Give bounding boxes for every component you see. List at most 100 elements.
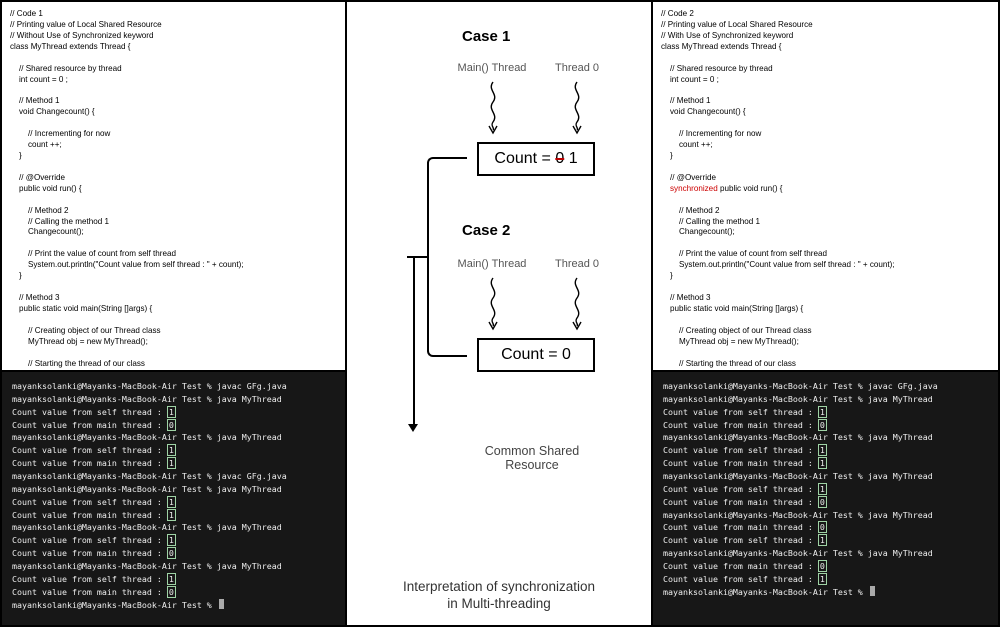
terminal2-pane: mayanksolanki@Mayanks-MacBook-Air Test %… [653,372,998,625]
code2-pane: // Code 2 // Printing value of Local Sha… [653,2,998,372]
terminal-line: mayanksolanki@Mayanks-MacBook-Air Test %… [12,521,335,534]
squiggle-icon [569,80,585,135]
code-line: void Changecount() { [10,107,95,116]
terminal-line: Count value from main thread : 0 [663,419,988,432]
count-box-1: Count = 0 1 [477,142,595,176]
terminal-line: Count value from self thread : 1 [12,534,335,547]
terminal-line: mayanksolanki@Mayanks-MacBook-Air Test %… [663,431,988,444]
terminal-line: Count value from self thread : 1 [663,444,988,457]
code-line: // Method 1 [10,96,60,105]
terminal-line: Count value from main thread : 0 [663,521,988,534]
code-line: } [10,151,22,160]
code-line: Changecount(); [661,227,735,236]
terminal-line: Count value from self thread : 1 [663,483,988,496]
count-label: Count = [494,150,555,167]
terminal-line: mayanksolanki@Mayanks-MacBook-Air Test %… [12,470,335,483]
code-line: int count = 0 ; [661,75,719,84]
squiggle-icon [485,276,501,331]
terminal-line: Count value from main thread : 0 [12,419,335,432]
right-column: // Code 2 // Printing value of Local Sha… [653,2,998,625]
terminal-line: mayanksolanki@Mayanks-MacBook-Air Test %… [663,547,988,560]
squiggle-icon [569,276,585,331]
code-line: // Without Use of Synchronized keyword [10,31,154,40]
code-line: // Creating object of our Thread class [10,326,161,335]
diagram-area: Case 1 Main() Thread Thread 0 Count = 0 … [347,2,651,625]
code-line: // Starting the thread of our class [661,359,796,368]
synchronized-keyword: synchronized [670,184,718,193]
code-line: // Printing value of Local Shared Resour… [661,20,813,29]
terminal-line: Count value from main thread : 0 [663,560,988,573]
code-line: MyThread obj = new MyThread(); [661,337,799,346]
case1-label: Case 1 [462,28,510,45]
code-line: // Method 2 [661,206,719,215]
terminal-line: Count value from main thread : 1 [663,457,988,470]
terminal-line: mayanksolanki@Mayanks-MacBook-Air Test %… [12,483,335,496]
terminal-line: mayanksolanki@Mayanks-MacBook-Air Test %… [663,380,988,393]
thread0-label-2: Thread 0 [547,258,607,270]
code-line: synchronized public void run() { [661,184,783,193]
code-line: } [10,271,22,280]
code-line: class MyThread extends Thread { [10,42,130,51]
main-thread-label-1: Main() Thread [447,62,537,74]
code-line: Changecount(); [10,227,84,236]
diagram-frame: // Code 1 // Printing value of Local Sha… [0,0,1000,627]
terminal-line: Count value from self thread : 1 [12,406,335,419]
diagram-caption: Interpretation of synchronization in Mul… [347,578,651,613]
code-line: // Method 3 [661,293,711,302]
common-shared-resource-label: Common Shared Resource [462,444,602,472]
terminal-line: mayanksolanki@Mayanks-MacBook-Air Test %… [663,470,988,483]
code-line: // Code 1 [10,9,43,18]
count-struck: 0 [555,150,564,167]
code-line: // Printing value of Local Shared Resour… [10,20,162,29]
code-line: // Print the value of count from self th… [10,249,176,258]
code-line: // Calling the method 1 [10,217,109,226]
code-line: // Method 2 [10,206,68,215]
terminal-line: mayanksolanki@Mayanks-MacBook-Air Test %… [12,431,335,444]
code1-pane: // Code 1 // Printing value of Local Sha… [2,2,345,372]
code-line: // Print the value of count from self th… [661,249,827,258]
csr-text: Common Shared Resource [462,444,602,472]
terminal-line: mayanksolanki@Mayanks-MacBook-Air Test %… [12,393,335,406]
terminal-line: Count value from self thread : 1 [12,496,335,509]
middle-column: Case 1 Main() Thread Thread 0 Count = 0 … [347,2,653,625]
bracket-icon [427,157,467,357]
code-line: public void run() { [10,184,82,193]
terminal-line: mayanksolanki@Mayanks-MacBook-Air Test %… [12,560,335,573]
case2-label: Case 2 [462,222,510,239]
code-line: public static void main(String []args) { [661,304,803,313]
count-value: 0 [562,346,571,363]
code-line: count ++; [661,140,713,149]
count-new: 1 [564,150,577,167]
code-line: MyThread obj = new MyThread(); [10,337,148,346]
terminal-line: mayanksolanki@Mayanks-MacBook-Air Test % [663,586,988,599]
code-line: // Method 1 [661,96,711,105]
code-line: // Incrementing for now [10,129,110,138]
code-line: // Shared resource by thread [661,64,773,73]
left-column: // Code 1 // Printing value of Local Sha… [2,2,347,625]
code-line: // Calling the method 1 [661,217,760,226]
squiggle-icon [485,80,501,135]
code-line: // Incrementing for now [661,129,761,138]
code-line: } [661,271,673,280]
code-line: // Method 3 [10,293,60,302]
terminal-line: Count value from self thread : 1 [663,573,988,586]
code-line: // @Override [661,173,716,182]
terminal-line: Count value from self thread : 1 [12,573,335,586]
arrowhead-icon [408,424,418,432]
caption-line: in Multi-threading [347,595,651,613]
count-box-2: Count = 0 [477,338,595,372]
terminal-line: Count value from main thread : 0 [663,496,988,509]
code-line: // Code 2 [661,9,694,18]
terminal-line: mayanksolanki@Mayanks-MacBook-Air Test %… [12,380,335,393]
thread0-label-1: Thread 0 [547,62,607,74]
code-line: // With Use of Synchronized keyword [661,31,793,40]
code-line: // @Override [10,173,65,182]
count-label: Count = [501,346,562,363]
terminal-line: Count value from main thread : 1 [12,457,335,470]
code-line: class MyThread extends Thread { [661,42,781,51]
code-line: System.out.println("Count value from sel… [10,260,244,269]
terminal-line: mayanksolanki@Mayanks-MacBook-Air Test % [12,599,335,612]
terminal-line: Count value from self thread : 1 [663,534,988,547]
terminal-line: Count value from main thread : 0 [12,586,335,599]
terminal-line: mayanksolanki@Mayanks-MacBook-Air Test %… [663,509,988,522]
